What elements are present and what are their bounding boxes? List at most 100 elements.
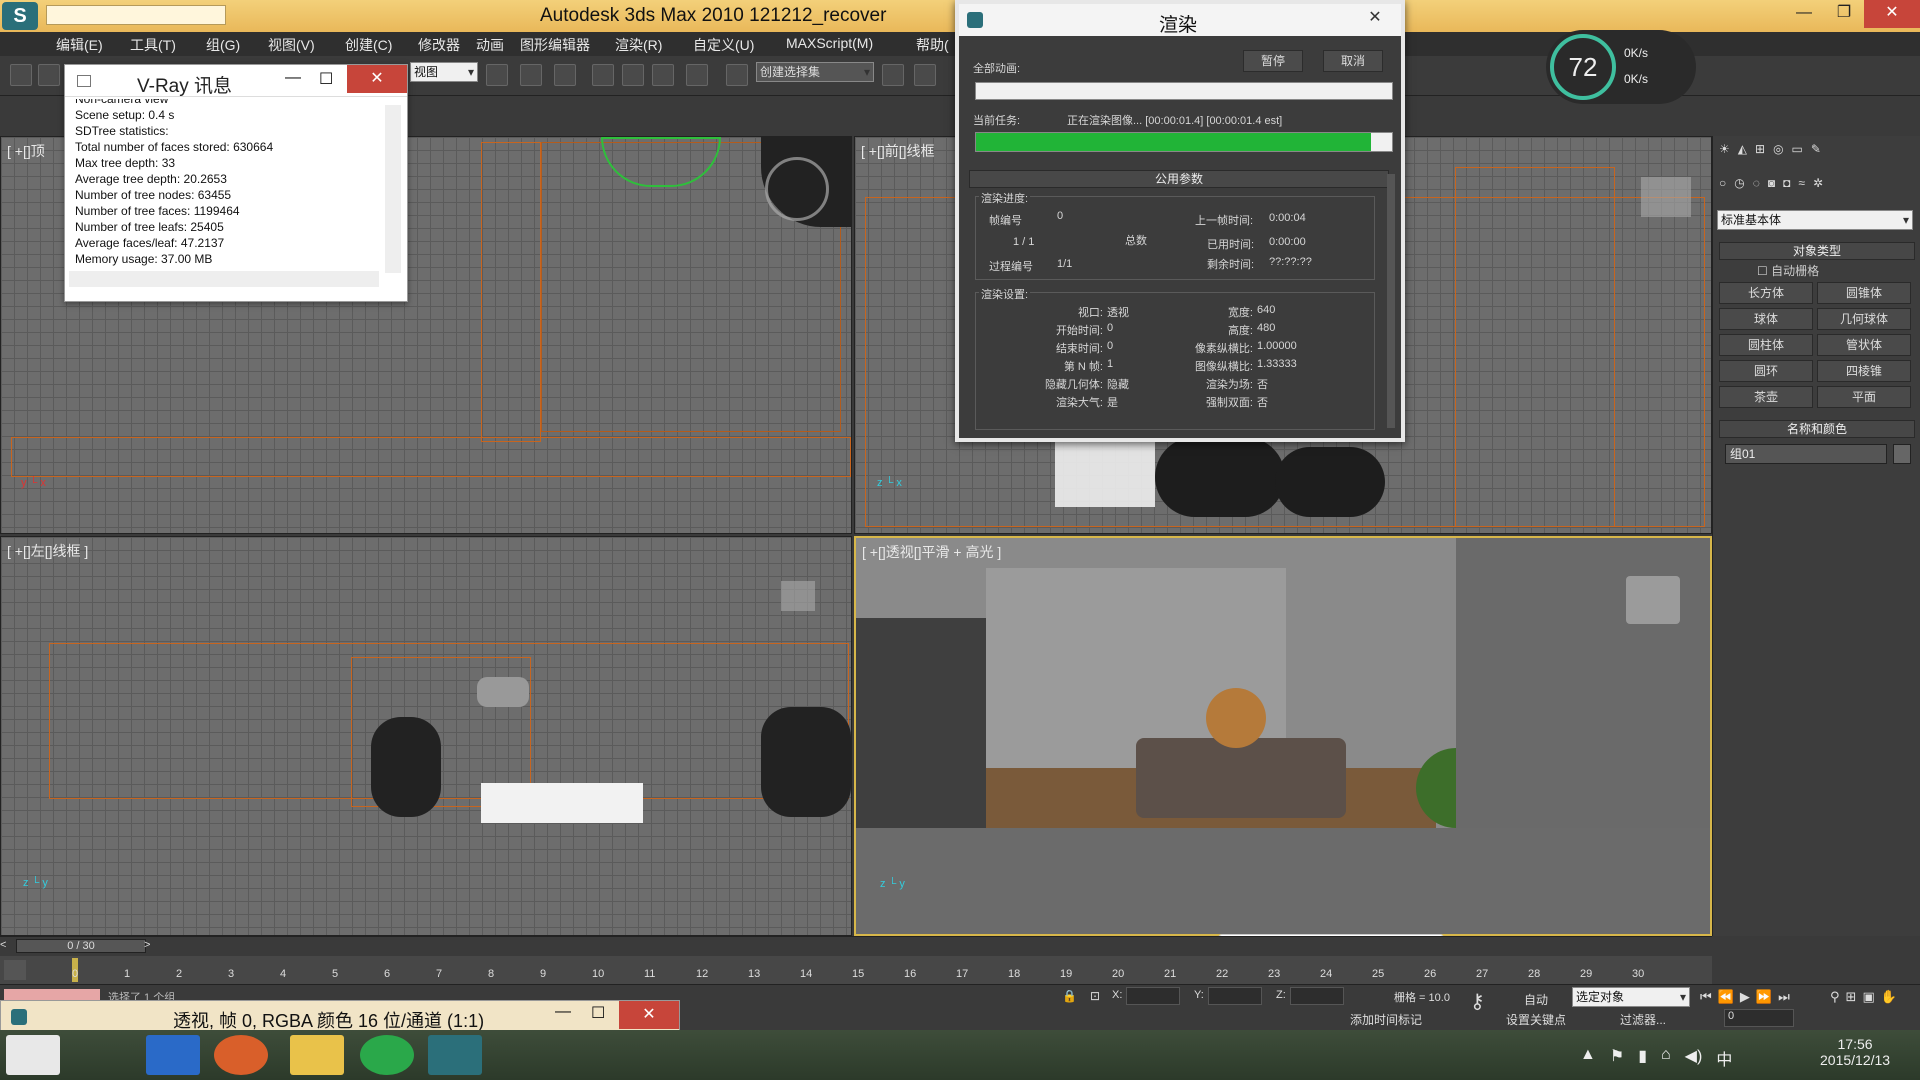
app-logo-icon[interactable]: S bbox=[2, 2, 38, 30]
name-color-rollout[interactable]: 名称和颜色 bbox=[1719, 420, 1915, 438]
ie-browser-icon[interactable] bbox=[146, 1035, 200, 1075]
sphere-button[interactable]: 球体 bbox=[1719, 308, 1813, 330]
autogrid-checkbox[interactable]: ☐ 自动栅格 bbox=[1757, 262, 1819, 279]
menu-group[interactable]: 组(G) bbox=[206, 35, 240, 55]
pan-icon[interactable]: ✋ bbox=[1881, 989, 1897, 1005]
link-icon[interactable] bbox=[10, 64, 32, 86]
3dsmax-taskbar-icon[interactable] bbox=[428, 1035, 482, 1075]
slider-prev-icon[interactable]: < bbox=[0, 939, 6, 951]
x-coordinate-field[interactable] bbox=[1126, 987, 1180, 1005]
tube-button[interactable]: 管状体 bbox=[1817, 334, 1911, 356]
shapes-icon[interactable]: ◷ bbox=[1734, 176, 1744, 196]
menu-animation[interactable]: 动画 bbox=[476, 35, 504, 55]
geosphere-button[interactable]: 几何球体 bbox=[1817, 308, 1911, 330]
go-to-start-icon[interactable]: ⏮ bbox=[1700, 989, 1712, 1005]
object-type-rollout[interactable]: 对象类型 bbox=[1719, 242, 1915, 260]
vertical-scrollbar[interactable] bbox=[1387, 174, 1395, 428]
pivot-icon[interactable] bbox=[486, 64, 508, 86]
time-slider[interactable]: < 0 / 30 > bbox=[0, 936, 1712, 956]
edit-named-selection-icon[interactable] bbox=[726, 64, 748, 86]
menu-graph-editors[interactable]: 图形编辑器 bbox=[520, 35, 590, 55]
object-name-field[interactable]: 组01 bbox=[1725, 444, 1887, 464]
plane-button[interactable]: 平面 bbox=[1817, 386, 1911, 408]
maximize-icon[interactable]: ☐ bbox=[591, 1003, 605, 1023]
quick-access-toolbar[interactable] bbox=[46, 5, 226, 25]
named-selection-set-dropdown[interactable]: 创建选择集 bbox=[756, 62, 874, 82]
viewcube-icon[interactable] bbox=[1626, 576, 1680, 624]
cylinder-button[interactable]: 圆柱体 bbox=[1719, 334, 1813, 356]
align-icon[interactable] bbox=[914, 64, 936, 86]
object-category-dropdown[interactable]: 标准基本体 bbox=[1717, 210, 1913, 230]
key-icon[interactable]: ⚷ bbox=[1470, 989, 1485, 1014]
signal-icon[interactable]: ▲ bbox=[1580, 1046, 1596, 1070]
file-explorer-icon[interactable] bbox=[290, 1035, 344, 1075]
cone-button[interactable]: 圆锥体 bbox=[1817, 282, 1911, 304]
maximize-icon[interactable]: ☐ bbox=[319, 69, 333, 89]
zoom-all-icon[interactable]: ⊞ bbox=[1846, 989, 1857, 1005]
key-filter-dropdown[interactable]: 选定对象 bbox=[1572, 987, 1690, 1007]
reference-coord-dropdown[interactable]: 视图 bbox=[410, 62, 478, 82]
menu-help[interactable]: 帮助( bbox=[916, 35, 949, 55]
helpers-icon[interactable]: ◘ bbox=[1783, 176, 1790, 196]
percent-snap-icon[interactable] bbox=[652, 64, 674, 86]
frame-buffer-window-bar[interactable]: 透视, 帧 0, RGBA 颜色 16 位/通道 (1:1) — ☐ ✕ bbox=[0, 1000, 680, 1032]
play-icon[interactable]: ▶ bbox=[1740, 989, 1750, 1005]
time-slider-thumb[interactable]: 0 / 30 bbox=[16, 939, 146, 953]
motion-tab-icon[interactable]: ◎ bbox=[1773, 142, 1783, 166]
auto-key-button[interactable]: 自动 bbox=[1524, 991, 1548, 1008]
track-bar[interactable]: 0 1 2 3 4 5 6 7 8 9 10 11 12 13 14 15 16 17 18 19 20 21 22 23 24… bbox=[0, 956, 1712, 984]
object-color-swatch[interactable] bbox=[1893, 444, 1911, 464]
viewcube-icon[interactable] bbox=[781, 581, 815, 611]
move-icon[interactable] bbox=[520, 64, 542, 86]
vertical-scrollbar[interactable] bbox=[385, 105, 401, 273]
curve-editor-icon[interactable] bbox=[4, 960, 26, 980]
viewport-perspective-label[interactable]: [ +[]透视[]平滑 + 高光 ] bbox=[862, 542, 1001, 562]
chrome-browser-icon[interactable] bbox=[214, 1035, 268, 1075]
systems-icon[interactable]: ✲ bbox=[1813, 176, 1823, 196]
absolute-mode-icon[interactable]: ⊡ bbox=[1090, 989, 1100, 1003]
hierarchy-tab-icon[interactable]: ⊞ bbox=[1755, 142, 1765, 166]
flag-icon[interactable]: ⚑ bbox=[1610, 1046, 1624, 1070]
box-button[interactable]: 长方体 bbox=[1719, 282, 1813, 304]
next-frame-icon[interactable]: ⏩ bbox=[1756, 989, 1772, 1005]
angle-snap-icon[interactable] bbox=[622, 64, 644, 86]
menu-create[interactable]: 创建(C) bbox=[345, 35, 392, 55]
clock[interactable]: 17:56 2015/12/13 bbox=[1820, 1036, 1890, 1068]
viewport-left[interactable]: [ +[]左[]线框 ] z └ y bbox=[0, 536, 852, 936]
close-icon[interactable]: ✕ bbox=[1864, 0, 1920, 28]
zoom-extents-icon[interactable]: ▣ bbox=[1862, 989, 1874, 1005]
current-frame-field[interactable]: 0 bbox=[1724, 1009, 1794, 1027]
menu-tools[interactable]: 工具(T) bbox=[130, 35, 176, 55]
minimize-icon[interactable]: — bbox=[1784, 0, 1824, 28]
pyramid-button[interactable]: 四棱锥 bbox=[1817, 360, 1911, 382]
menu-view[interactable]: 视图(V) bbox=[268, 35, 315, 55]
cameras-icon[interactable]: ◙ bbox=[1768, 176, 1775, 196]
cancel-button[interactable]: 取消 bbox=[1323, 50, 1383, 72]
modify-tab-icon[interactable]: ◭ bbox=[1738, 142, 1747, 166]
key-filters-button[interactable]: 过滤器... bbox=[1620, 1011, 1666, 1028]
common-params-rollout[interactable]: 公用参数 bbox=[969, 170, 1389, 188]
battery-icon[interactable]: ▮ bbox=[1638, 1046, 1647, 1070]
spinner-snap-icon[interactable] bbox=[686, 64, 708, 86]
minimize-icon[interactable]: — bbox=[555, 1003, 571, 1021]
viewport-perspective[interactable]: [ +[]透视[]平滑 + 高光 ] z └ y bbox=[854, 536, 1712, 936]
volume-icon[interactable]: ◀) bbox=[1685, 1046, 1703, 1070]
close-icon[interactable]: ✕ bbox=[347, 65, 407, 93]
slider-next-icon[interactable]: > bbox=[144, 939, 150, 951]
menu-customize[interactable]: 自定义(U) bbox=[693, 35, 754, 55]
mirror-icon[interactable] bbox=[882, 64, 904, 86]
viewport-front-label[interactable]: [ +[]前[]线框 bbox=[861, 141, 935, 161]
y-coordinate-field[interactable] bbox=[1208, 987, 1262, 1005]
select-manipulate-icon[interactable] bbox=[554, 64, 576, 86]
close-icon[interactable]: ✕ bbox=[619, 1001, 679, 1029]
display-tab-icon[interactable]: ▭ bbox=[1792, 142, 1803, 166]
viewport-left-label[interactable]: [ +[]左[]线框 ] bbox=[7, 541, 88, 561]
ime-indicator[interactable]: 中 bbox=[1716, 1046, 1732, 1070]
prev-frame-icon[interactable]: ⏪ bbox=[1718, 989, 1734, 1005]
pause-button[interactable]: 暂停 bbox=[1243, 50, 1303, 72]
viewcube-icon[interactable] bbox=[765, 157, 829, 221]
horizontal-scrollbar[interactable] bbox=[69, 271, 379, 287]
lights-icon[interactable]: ◌ bbox=[1753, 176, 1760, 196]
viewcube-icon[interactable] bbox=[1641, 177, 1691, 217]
maximize-icon[interactable]: ❐ bbox=[1824, 0, 1864, 28]
